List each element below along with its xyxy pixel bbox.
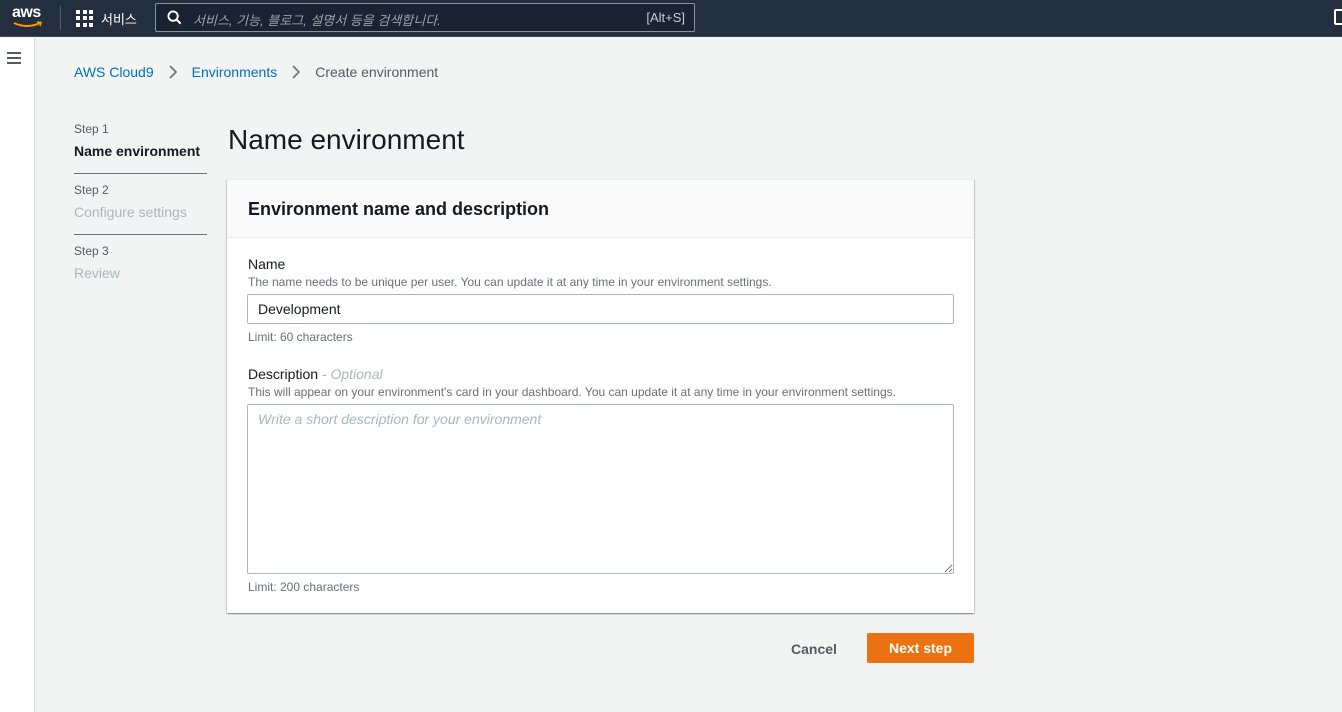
breadcrumb-aws-cloud9[interactable]: AWS Cloud9 <box>74 64 154 80</box>
services-menu-button[interactable]: 서비스 <box>76 6 137 30</box>
step-number: Step 3 <box>74 244 109 258</box>
name-input[interactable] <box>247 294 954 324</box>
top-navigation: aws 서비스 서비스, 기능, 블로그, 설명서 등을 검색합니다. [Alt… <box>0 0 1342 37</box>
breadcrumb-create-environment: Create environment <box>315 64 439 80</box>
cancel-button[interactable]: Cancel <box>777 634 851 663</box>
description-field-description: This will appear on your environment's c… <box>248 385 896 399</box>
container-title: Environment name and description <box>248 199 550 219</box>
search-input[interactable]: 서비스, 기능, 블로그, 설명서 등을 검색합니다. [Alt+S] <box>155 3 695 32</box>
step-number: Step 2 <box>74 183 109 197</box>
page-title: Name environment <box>228 124 465 155</box>
menu-icon[interactable] <box>7 52 21 64</box>
aws-logo[interactable]: aws <box>12 4 46 31</box>
name-field-description: The name needs to be unique per user. Yo… <box>248 275 772 289</box>
step-title: Name environment <box>74 143 201 159</box>
nav-divider <box>60 6 61 30</box>
description-constraint: Limit: 200 characters <box>248 580 360 594</box>
wizard-steps: Step 1 Name environment Step 2 Configure… <box>74 121 207 303</box>
step-title: Review <box>74 265 120 281</box>
search-icon <box>167 10 182 25</box>
form-container: Environment name and description Name Th… <box>227 179 974 613</box>
container-header: Environment name and description <box>227 180 974 238</box>
breadcrumb: AWS Cloud9 Environments Create environme… <box>74 64 438 80</box>
wizard-step-1: Step 1 Name environment <box>74 121 207 174</box>
chevron-right-icon <box>168 65 178 79</box>
search-shortcut: [Alt+S] <box>646 10 685 25</box>
search-placeholder: 서비스, 기능, 블로그, 설명서 등을 검색합니다. <box>193 13 441 28</box>
breadcrumb-environments[interactable]: Environments <box>192 64 278 80</box>
wizard-step-2: Step 2 Configure settings <box>74 182 207 235</box>
next-step-button[interactable]: Next step <box>867 633 974 663</box>
aws-logo-text: aws <box>12 4 41 21</box>
wizard-step-3: Step 3 Review <box>74 243 207 295</box>
cloudshell-icon[interactable] <box>1334 9 1342 25</box>
description-textarea[interactable] <box>247 404 954 574</box>
aws-smile-icon <box>13 21 43 27</box>
name-constraint: Limit: 60 characters <box>248 330 353 344</box>
optional-label: - Optional <box>318 366 383 382</box>
chevron-right-icon <box>291 65 301 79</box>
step-number: Step 1 <box>74 122 109 136</box>
description-label-text: Description <box>248 366 319 382</box>
step-title: Configure settings <box>74 204 187 220</box>
services-label: 서비스 <box>101 11 137 27</box>
side-navigation-rail <box>0 38 35 712</box>
name-field-label: Name <box>248 256 286 272</box>
grid-icon <box>76 9 93 27</box>
description-field-label: Description - Optional <box>248 366 383 382</box>
